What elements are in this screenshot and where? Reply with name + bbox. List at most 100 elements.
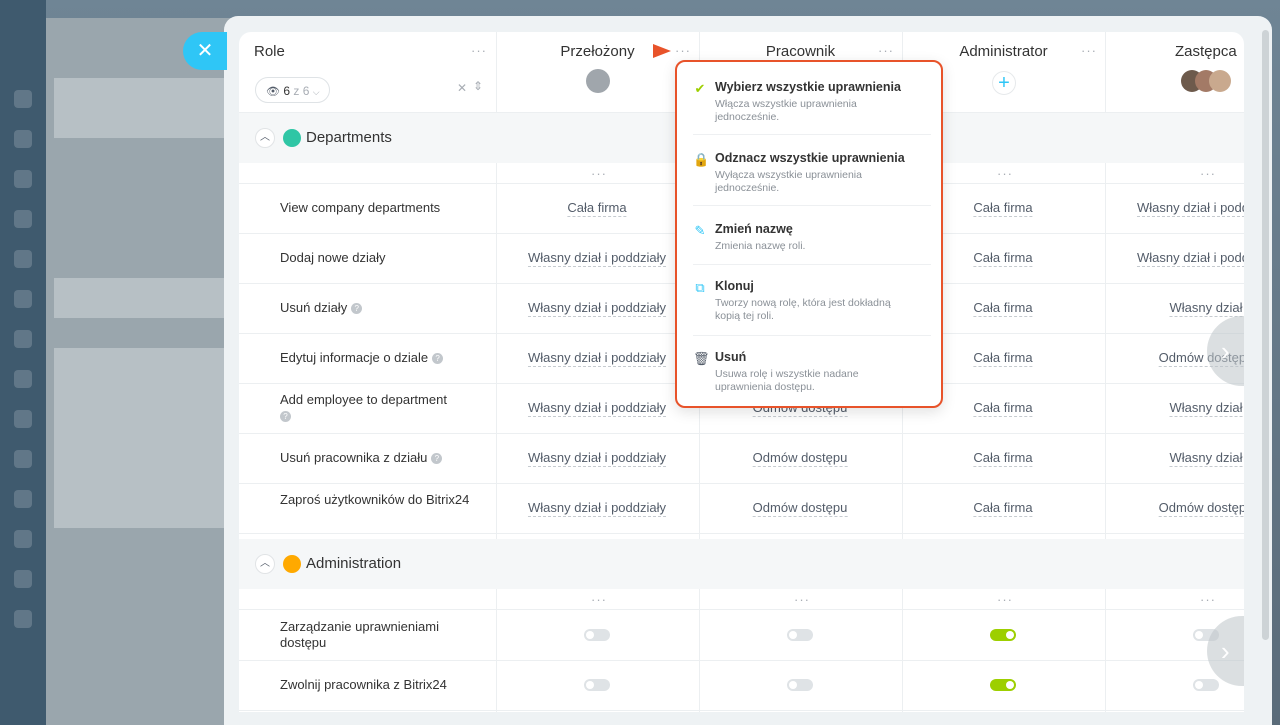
permission-value[interactable]: Własny dział i poddziały xyxy=(527,250,667,267)
row-label: Usuń działy? xyxy=(280,300,470,316)
pencil-icon: ✎ xyxy=(694,223,706,238)
permission-value[interactable]: Własny dział i poddziały xyxy=(527,500,667,517)
backdrop-sidebar xyxy=(0,0,46,725)
row-label-text: View company departments xyxy=(280,200,441,215)
permission-value[interactable]: Własny dział i poddziały xyxy=(527,400,667,417)
menu-item-description: Włącza wszystkie uprawnienia jednocześni… xyxy=(715,98,857,123)
table-row: Zarządzanie uprawnieniami dostępu xyxy=(239,610,1244,661)
section-title: Administration xyxy=(306,555,402,572)
permission-value[interactable]: Własny dział xyxy=(1169,400,1243,417)
trash-icon: 🗑 xyxy=(693,351,710,366)
section-administration: ︿ Administration xyxy=(239,539,1244,589)
group-avatar-icon xyxy=(586,69,610,93)
counter-separator: z xyxy=(293,84,300,98)
table-row: Zwolnij pracownika z Bitrix24 xyxy=(239,660,1244,711)
permission-toggle[interactable] xyxy=(584,629,610,641)
column-more-icon-przelozony[interactable]: ··· xyxy=(675,44,691,57)
permission-value[interactable]: Własny dział xyxy=(1169,300,1243,317)
role-column-more-icon[interactable]: ··· xyxy=(471,44,487,57)
row-label: Zwolnij pracownika z Bitrix24 xyxy=(280,677,447,692)
column-more-icon-administrator[interactable]: ··· xyxy=(1081,44,1097,57)
row-label: Zaproś użytkowników do Bitrix24 xyxy=(280,492,470,508)
menu-item-select-all[interactable]: ✔ Wybierz wszystkie uprawnienia Włącza w… xyxy=(693,76,931,135)
permission-value[interactable]: Własny dział i poddziały xyxy=(527,350,667,367)
column-title-zastepca: Zastępca xyxy=(1175,43,1237,60)
menu-item-description: Wyłącza wszystkie uprawnienia jednocześn… xyxy=(715,169,862,194)
permission-value[interactable]: Cała firma xyxy=(973,500,1033,517)
section-dots-row: ··· ··· ··· ··· xyxy=(239,589,1244,610)
menu-item-title: Klonuj xyxy=(715,279,754,293)
close-icon: ✕ xyxy=(196,40,214,62)
menu-item-description: Usuwa rolę i wszystkie nadane uprawnieni… xyxy=(715,368,859,393)
chevron-up-icon[interactable]: ︿ xyxy=(255,554,275,574)
permission-toggle[interactable] xyxy=(787,629,813,641)
add-member-button[interactable]: + xyxy=(992,71,1016,95)
departments-icon xyxy=(283,129,301,147)
row-label: Edytuj informacje o dziale? xyxy=(280,350,470,366)
check-icon: ✔ xyxy=(694,81,706,96)
permission-value[interactable]: Cała firma xyxy=(973,450,1033,467)
permission-value[interactable]: Własny dział i poddziały xyxy=(1136,250,1244,267)
permission-value[interactable]: Cała firma xyxy=(973,200,1033,217)
permission-value[interactable]: Własny dział xyxy=(1169,450,1243,467)
help-icon[interactable]: ? xyxy=(351,303,363,315)
permission-value[interactable]: Własny dział i poddziały xyxy=(527,300,667,317)
permission-value[interactable]: Cała firma xyxy=(973,300,1033,317)
permission-value[interactable]: Cała firma xyxy=(973,400,1033,417)
row-label: Zarządzanie uprawnieniami dostępu xyxy=(280,619,439,650)
permission-toggle[interactable] xyxy=(1193,679,1219,691)
table-row: Zaproś użytkowników do Bitrix24 Własny dz… xyxy=(239,483,1244,534)
menu-item-title: Usuń xyxy=(715,350,747,364)
row-label: View company departments xyxy=(280,200,470,216)
menu-item-title: Zmień nazwę xyxy=(715,222,793,236)
row-label: Usuń pracownika z działu? xyxy=(280,450,470,466)
permission-value[interactable]: Cała firma xyxy=(973,250,1033,267)
permission-toggle[interactable] xyxy=(990,679,1016,691)
row-label-text: Dodaj nowe działy xyxy=(280,250,386,265)
column-title-administrator: Administrator xyxy=(959,43,1048,60)
role-context-menu: ✔ Wybierz wszystkie uprawnienia Włącza w… xyxy=(675,60,943,408)
role-counter-dropdown[interactable]: 👁 6 z 6 ⌵ xyxy=(255,77,330,103)
permission-value[interactable]: Własny dział i poddziały xyxy=(1136,200,1244,217)
help-icon[interactable]: ? xyxy=(280,411,291,423)
permission-value[interactable]: Cała firma xyxy=(973,350,1033,367)
avatar xyxy=(1209,70,1231,92)
permission-value[interactable]: Własny dział i poddziały xyxy=(527,450,667,467)
counter-value: 6 xyxy=(283,84,290,98)
permission-toggle[interactable] xyxy=(584,679,610,691)
permission-toggle[interactable] xyxy=(990,629,1016,641)
menu-item-delete[interactable]: 🗑 Usuń Usuwa rolę i wszystkie nadane upr… xyxy=(693,346,931,404)
menu-item-title: Wybierz wszystkie uprawnienia xyxy=(715,80,901,94)
section-title: Departments xyxy=(306,129,392,146)
menu-item-description: Zmienia nazwę roli. xyxy=(715,240,806,252)
row-label: Add employee to department? xyxy=(280,392,470,424)
menu-item-description: Tworzy nową rolę, która jest dokładną ko… xyxy=(715,297,891,322)
column-more-icon-pracownik[interactable]: ··· xyxy=(878,44,894,57)
collapse-icon[interactable]: ✕ xyxy=(457,81,467,95)
permission-toggle[interactable] xyxy=(787,679,813,691)
help-icon[interactable]: ? xyxy=(431,453,443,465)
menu-item-rename[interactable]: ✎ Zmień nazwę Zmienia nazwę roli. xyxy=(693,218,931,265)
backdrop-panel xyxy=(46,18,246,725)
chevron-down-icon: ⌵ xyxy=(312,87,320,97)
counter-total: 6 xyxy=(302,84,310,98)
scrollbar[interactable] xyxy=(1262,30,1269,640)
sort-icon[interactable]: ⇕ xyxy=(473,79,483,93)
row-label-text: Usuń działy xyxy=(280,300,348,315)
permission-value[interactable]: Odmów dostępu xyxy=(752,450,848,467)
permission-value[interactable]: Cała firma xyxy=(567,200,627,217)
pointer-arrow xyxy=(653,44,671,58)
row-label-text: Edytuj informacje o dziale xyxy=(280,350,429,365)
row-label-text: Usuń pracownika z działu xyxy=(280,450,428,465)
close-button[interactable]: ✕ xyxy=(183,32,227,70)
eye-icon: 👁 xyxy=(266,86,280,98)
menu-item-clone[interactable]: ⧉ Klonuj Tworzy nową rolę, która jest do… xyxy=(693,275,931,336)
help-icon[interactable]: ? xyxy=(432,353,444,365)
chevron-up-icon[interactable]: ︿ xyxy=(255,128,275,148)
permission-value[interactable]: Odmów dostępu xyxy=(752,500,848,517)
row-label-text: Add employee to department xyxy=(280,392,447,407)
lock-icon: 🔒 xyxy=(693,152,710,167)
menu-item-title: Odznacz wszystkie uprawnienia xyxy=(715,151,905,165)
menu-item-deselect-all[interactable]: 🔒 Odznacz wszystkie uprawnienia Wyłącza … xyxy=(693,147,931,206)
permission-value[interactable]: Odmów dostępu xyxy=(1158,500,1244,517)
